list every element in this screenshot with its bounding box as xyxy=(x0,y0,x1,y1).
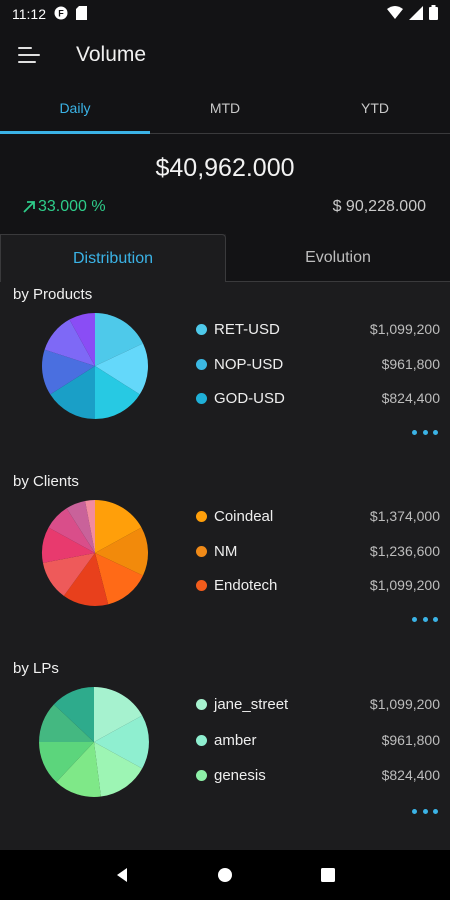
legend-dot xyxy=(196,358,207,370)
section-title: by LPs xyxy=(13,660,59,677)
legend-value: $1,099,200 xyxy=(369,696,440,712)
legend-dot xyxy=(196,734,207,746)
signal-icon xyxy=(409,5,423,23)
tab-mtd[interactable]: MTD xyxy=(150,82,300,133)
legend-item[interactable]: Coindeal $1,374,000 xyxy=(196,506,440,526)
status-bar: 11:12 F xyxy=(0,0,450,28)
products-pie-chart[interactable] xyxy=(41,312,149,420)
page-title: Volume xyxy=(76,43,147,66)
legend-label: jane_street xyxy=(214,695,289,713)
more-options-icon[interactable] xyxy=(412,806,438,816)
section-title: by Clients xyxy=(13,473,79,490)
legend-label: Endotech xyxy=(214,576,278,594)
volume-summary: $40,962.000 33.000 % $ 90,228.000 xyxy=(0,134,450,234)
legend-item[interactable]: NM $1,236,600 xyxy=(196,541,440,561)
section-clients: by Clients Coindeal $1,374,000 NM $1,236… xyxy=(0,469,450,655)
clients-pie-chart[interactable] xyxy=(41,499,149,607)
section-lps: by LPs jane_street $1,099,200 amber $961… xyxy=(0,656,450,842)
legend-dot xyxy=(196,769,207,781)
legend-value: $1,236,600 xyxy=(369,543,440,559)
legend-dot xyxy=(196,323,207,335)
lps-pie-chart[interactable] xyxy=(38,686,150,798)
legend-label: NM xyxy=(214,542,238,560)
tab-ytd[interactable]: YTD xyxy=(300,82,450,133)
legend-label: NOP-USD xyxy=(214,355,284,373)
back-icon[interactable] xyxy=(107,860,137,890)
legend-label: RET-USD xyxy=(214,320,280,338)
legend-item[interactable]: amber $961,800 xyxy=(196,730,440,750)
legend-item[interactable]: jane_street $1,099,200 xyxy=(196,694,440,714)
system-nav-bar xyxy=(0,850,450,900)
more-options-icon[interactable] xyxy=(412,614,438,624)
section-title: by Products xyxy=(13,286,93,303)
legend-item[interactable]: NOP-USD $961,800 xyxy=(196,354,440,374)
tab-daily[interactable]: Daily xyxy=(0,82,150,134)
legend-value: $1,374,000 xyxy=(369,508,440,524)
legend-label: genesis xyxy=(214,766,266,784)
legend-value: $824,400 xyxy=(381,390,440,406)
tab-evolution[interactable]: Evolution xyxy=(226,234,450,282)
legend-dot xyxy=(196,545,207,557)
svg-text:F: F xyxy=(58,8,64,18)
tab-distribution[interactable]: Distribution xyxy=(0,234,226,282)
legend-value: $824,400 xyxy=(381,767,440,783)
legend-value: $961,800 xyxy=(381,732,440,748)
wifi-icon xyxy=(387,5,403,23)
legend-value: $1,099,200 xyxy=(369,321,440,337)
menu-icon[interactable] xyxy=(18,46,44,64)
home-icon[interactable] xyxy=(210,860,240,890)
legend-dot xyxy=(196,698,207,710)
legend-item[interactable]: RET-USD $1,099,200 xyxy=(196,319,440,339)
legend-dot xyxy=(196,510,207,522)
legend-item[interactable]: GOD-USD $824,400 xyxy=(196,388,440,408)
legend-label: Coindeal xyxy=(214,507,274,525)
recents-icon[interactable] xyxy=(313,860,343,890)
storage-icon xyxy=(76,5,87,23)
previous-volume: $ 90,228.000 xyxy=(332,198,426,215)
trend-up-icon xyxy=(23,201,35,213)
period-tabs: Daily MTD YTD xyxy=(0,82,450,134)
legend-label: amber xyxy=(214,731,257,749)
total-volume: $40,962.000 xyxy=(155,154,295,182)
change-percent: 33.000 % xyxy=(38,198,106,215)
legend-dot xyxy=(196,579,207,591)
section-products: by Products RET-USD $1,099,200 NOP-USD $… xyxy=(0,282,450,468)
app-notification-icon: F xyxy=(54,6,68,23)
legend-dot xyxy=(196,392,207,404)
app-bar: Volume xyxy=(0,28,450,82)
change-indicator: 33.000 % xyxy=(22,198,106,216)
battery-icon xyxy=(429,5,438,23)
view-tabs: Distribution Evolution xyxy=(0,234,450,282)
legend-value: $961,800 xyxy=(381,356,440,372)
legend-item[interactable]: Endotech $1,099,200 xyxy=(196,575,440,595)
legend-item[interactable]: genesis $824,400 xyxy=(196,765,440,785)
legend-value: $1,099,200 xyxy=(369,577,440,593)
legend-label: GOD-USD xyxy=(214,389,285,407)
more-options-icon[interactable] xyxy=(412,427,438,437)
status-time: 11:12 xyxy=(12,6,46,22)
